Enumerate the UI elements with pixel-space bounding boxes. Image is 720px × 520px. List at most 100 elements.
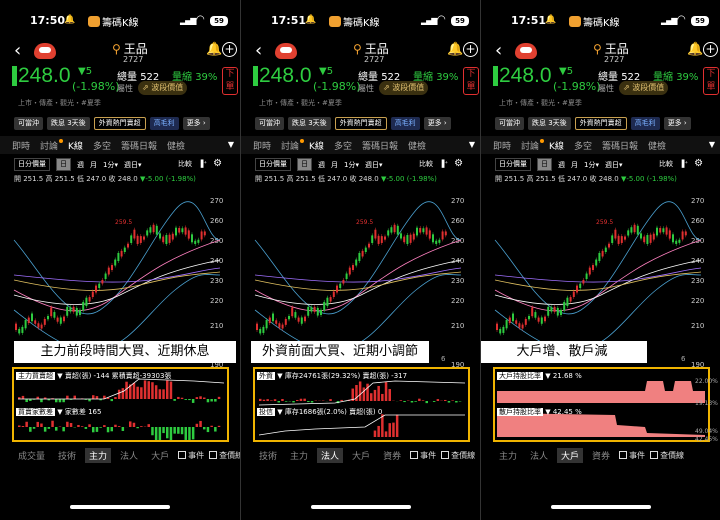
bottom-tab[interactable]: 大戶 <box>147 448 173 463</box>
tab-dropdown-icon[interactable]: ▼ <box>469 140 475 149</box>
tab-dropdown-icon[interactable]: ▼ <box>709 140 715 149</box>
event-checkbox[interactable]: 事件 <box>178 450 204 461</box>
period-volume-button[interactable]: 日分價量 <box>255 158 291 171</box>
bottom-tab[interactable]: 主力 <box>286 448 312 463</box>
chip-foreign-hot-sell[interactable]: 外資熱門賣超 <box>93 117 146 130</box>
chip-daytrade[interactable]: 可當沖 <box>255 117 284 130</box>
bottom-tab[interactable]: 主力 <box>495 448 521 463</box>
bottom-tab[interactable]: 主力 <box>85 447 112 463</box>
bottom-tab[interactable]: 資券 <box>379 448 405 463</box>
period-minute-select[interactable]: 1分▾ <box>103 160 118 170</box>
bottom-tab[interactable]: 資券 <box>588 448 614 463</box>
order-button[interactable]: 下單 <box>463 67 479 95</box>
tab-bullbear[interactable]: 多空 <box>574 139 592 152</box>
tab-discussion[interactable]: 討論 <box>40 138 64 152</box>
bottom-tab[interactable]: 技術 <box>54 448 80 463</box>
add-watchlist-icon[interactable]: + <box>703 42 718 57</box>
chip-more[interactable]: 更多 › <box>663 117 691 130</box>
period-volume-button[interactable]: 日分價量 <box>495 158 531 171</box>
tab-health[interactable]: 健檢 <box>408 139 426 152</box>
chip-daytrade[interactable]: 可當沖 <box>495 117 524 130</box>
mascot-icon[interactable] <box>515 43 537 59</box>
chip-dividend[interactable]: 跌息 3天後 <box>528 117 571 130</box>
period-day-button[interactable]: 日 <box>56 158 71 171</box>
tab-realtime[interactable]: 即時 <box>493 139 511 152</box>
tab-realtime[interactable]: 即時 <box>12 139 30 152</box>
compare-button[interactable]: 比較 <box>178 159 192 169</box>
chip-dividend[interactable]: 跌息 3天後 <box>288 117 331 130</box>
tab-realtime[interactable]: 即時 <box>253 139 271 152</box>
chip-more[interactable]: 更多 › <box>423 117 451 130</box>
tab-dropdown-icon[interactable]: ▼ <box>228 140 234 149</box>
period-week-button[interactable]: 週 <box>558 160 565 170</box>
chip-foreign-hot-sell[interactable]: 外資熱門賣超 <box>574 117 627 130</box>
back-icon[interactable]: ‹ <box>495 40 502 61</box>
chip-dividend[interactable]: 跌息 3天後 <box>47 117 90 130</box>
tab-health[interactable]: 健檢 <box>648 139 666 152</box>
tab-chip-report[interactable]: 籌碼日報 <box>602 139 638 152</box>
gear-icon[interactable]: ⚙ <box>213 158 222 169</box>
tab-kline[interactable]: K線 <box>309 139 324 152</box>
bottom-tab[interactable]: 法人 <box>116 448 142 463</box>
wave-value-button[interactable]: ⇗ 波段價值 <box>619 81 669 95</box>
period-volume-button[interactable]: 日分價量 <box>14 158 50 171</box>
price-line-checkbox[interactable]: 查價線 <box>209 450 240 461</box>
bottom-tab[interactable]: 大戶 <box>557 447 584 463</box>
chip-daytrade[interactable]: 可當沖 <box>14 117 43 130</box>
period-week-button[interactable]: 週 <box>77 160 84 170</box>
event-checkbox[interactable]: 事件 <box>619 450 645 461</box>
order-button[interactable]: 下單 <box>703 67 719 95</box>
tab-chip-report[interactable]: 籌碼日報 <box>362 139 398 152</box>
add-watchlist-icon[interactable]: + <box>222 42 237 57</box>
weekday-select[interactable]: 週日▾ <box>365 160 383 170</box>
tab-kline[interactable]: K線 <box>549 139 564 152</box>
period-minute-select[interactable]: 1分▾ <box>344 160 359 170</box>
chip-high-margin[interactable]: 高毛利 <box>390 117 420 130</box>
bottom-tab[interactable]: 技術 <box>255 448 281 463</box>
back-icon[interactable]: ‹ <box>255 40 262 61</box>
weekday-select[interactable]: 週日▾ <box>124 160 142 170</box>
tab-discussion[interactable]: 討論 <box>521 138 545 152</box>
order-button[interactable]: 下單 <box>222 67 238 95</box>
wave-value-button[interactable]: ⇗ 波段價值 <box>379 81 429 95</box>
tab-discussion[interactable]: 討論 <box>281 138 305 152</box>
weekday-select[interactable]: 週日▾ <box>605 160 623 170</box>
indicator-icon[interactable]: ▐⁺ <box>439 160 448 168</box>
bottom-tab[interactable]: 法人 <box>317 447 344 463</box>
add-watchlist-icon[interactable]: + <box>463 42 478 57</box>
indicator-icon[interactable]: ▐⁺ <box>198 160 207 168</box>
price-line-checkbox[interactable]: 查價線 <box>441 450 475 461</box>
tab-kline[interactable]: K線 <box>68 139 83 152</box>
alert-bell-icon[interactable]: 🔔 <box>206 42 222 57</box>
period-month-button[interactable]: 月 <box>571 160 578 170</box>
chip-high-margin[interactable]: 高毛利 <box>149 117 179 130</box>
mascot-icon[interactable] <box>34 43 56 59</box>
period-month-button[interactable]: 月 <box>331 160 338 170</box>
bottom-tab[interactable]: 成交量 <box>14 448 49 463</box>
alert-bell-icon[interactable]: 🔔 <box>687 42 703 57</box>
chip-high-margin[interactable]: 高毛利 <box>630 117 660 130</box>
period-month-button[interactable]: 月 <box>90 160 97 170</box>
wave-value-button[interactable]: ⇗ 波段價值 <box>138 81 188 95</box>
gear-icon[interactable]: ⚙ <box>454 158 463 169</box>
chip-more[interactable]: 更多 › <box>182 117 210 130</box>
tab-bullbear[interactable]: 多空 <box>334 139 352 152</box>
back-icon[interactable]: ‹ <box>14 40 21 61</box>
tab-bullbear[interactable]: 多空 <box>93 139 111 152</box>
period-day-button[interactable]: 日 <box>537 158 552 171</box>
alert-bell-icon[interactable]: 🔔 <box>447 42 463 57</box>
bottom-tab[interactable]: 大戶 <box>348 448 374 463</box>
mascot-icon[interactable] <box>275 43 297 59</box>
indicator-icon[interactable]: ▐⁺ <box>679 160 688 168</box>
event-checkbox[interactable]: 事件 <box>410 450 436 461</box>
compare-button[interactable]: 比較 <box>419 159 433 169</box>
compare-button[interactable]: 比較 <box>659 159 673 169</box>
tab-health[interactable]: 健檢 <box>167 139 185 152</box>
period-day-button[interactable]: 日 <box>297 158 312 171</box>
period-minute-select[interactable]: 1分▾ <box>584 160 599 170</box>
period-week-button[interactable]: 週 <box>318 160 325 170</box>
chip-foreign-hot-sell[interactable]: 外資熱門賣超 <box>334 117 387 130</box>
bottom-tab[interactable]: 法人 <box>526 448 552 463</box>
tab-chip-report[interactable]: 籌碼日報 <box>121 139 157 152</box>
price-line-checkbox[interactable]: 查價線 <box>650 450 684 461</box>
